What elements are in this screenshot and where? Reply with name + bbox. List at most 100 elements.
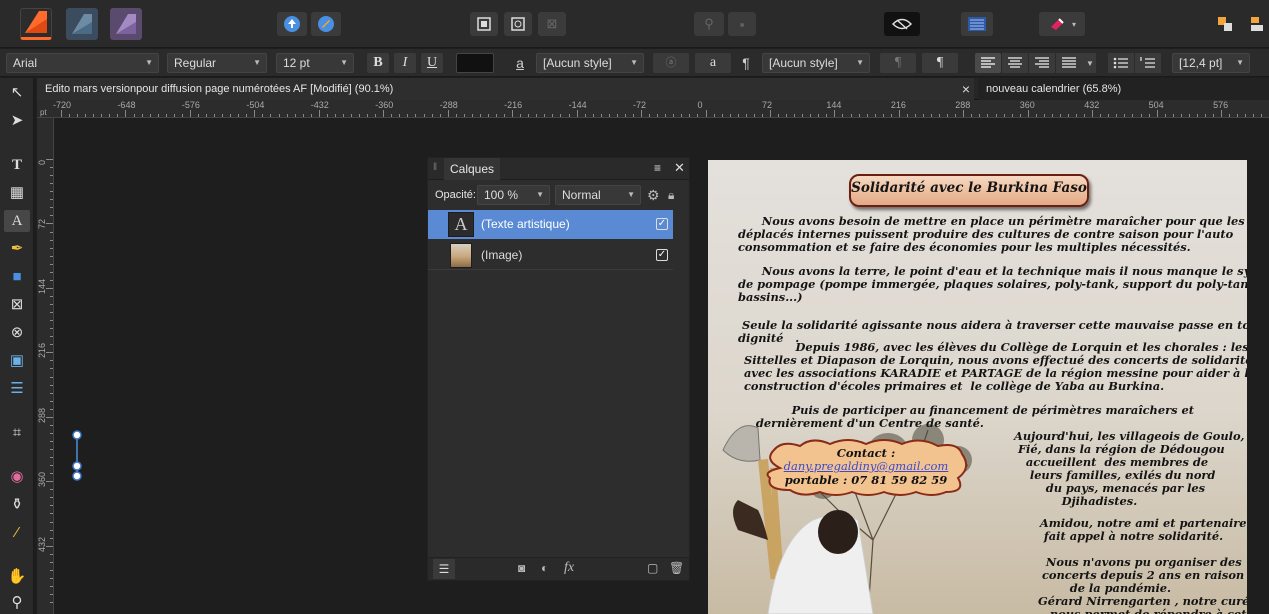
ruler-tick [50, 167, 53, 169]
layer-settings-gear-icon[interactable]: ⚙ [647, 187, 660, 204]
preview-eye-icon[interactable] [884, 12, 920, 36]
ruler-tick [326, 114, 328, 117]
align-icon[interactable] [1244, 12, 1269, 36]
text-path-handles[interactable] [69, 429, 85, 485]
numbered-list-icon[interactable] [1135, 53, 1161, 73]
bold-button[interactable]: B [367, 53, 389, 73]
paragraph-8: Nous n'avons pu organiser des concerts d… [1038, 555, 1247, 614]
hand-tool-icon[interactable]: ✋ [4, 566, 30, 588]
panel-close-icon[interactable]: ✕ [674, 160, 685, 176]
char-style-reset-icon[interactable]: ⓐ [653, 53, 689, 73]
panel-grip-icon[interactable]: ‖ [433, 162, 437, 173]
ruler-tick [50, 392, 53, 394]
layers-panel: ‖ Calques ≡ ✕ Opacité: 100 % ▼ Normal ▼ ⚙ … [427, 157, 690, 581]
layer-visibility-checkbox[interactable]: ✓ [656, 218, 668, 230]
picture-frame-ellipse-icon[interactable]: ⊗ [4, 322, 30, 344]
move-tool-icon[interactable]: ↖ [4, 82, 30, 104]
leading-select[interactable]: [12,4 pt] ▼ [1172, 53, 1250, 73]
underline-button[interactable]: U [421, 53, 443, 73]
layer-row-artistic-text[interactable]: A (Texte artistique) ✓ [428, 210, 673, 239]
view-mode-bleed-icon[interactable] [504, 12, 532, 36]
tab-edito-mars[interactable]: Edito mars versionpour diffusion page nu… [37, 78, 974, 100]
ruler-tick [721, 114, 723, 117]
font-style-select[interactable]: Regular ▼ [167, 53, 267, 73]
ruler-tick [496, 114, 498, 117]
place-image-tool-icon[interactable]: ▣ [4, 350, 30, 372]
table-tool-icon[interactable]: ▦ [4, 182, 30, 204]
baseline-grid-icon[interactable] [961, 12, 993, 36]
para-style-create-icon[interactable]: ¶ [922, 53, 958, 73]
para-style-reset-icon[interactable]: ¶ [880, 53, 916, 73]
horizontal-ruler: -720 -648 -576 -504 -432 -360 -288 -216 -144 -72 0… [37, 100, 1269, 118]
fx-icon[interactable]: fx [564, 560, 574, 576]
delete-layer-icon[interactable]: 🗑︎ [669, 561, 684, 575]
align-center-icon[interactable] [1002, 53, 1028, 73]
share-icon[interactable] [277, 12, 307, 36]
artistic-text-tool-icon[interactable]: A [4, 210, 30, 232]
layers-stack-icon[interactable]: ☰ [433, 559, 455, 579]
shape-tool-icon[interactable]: ■ [4, 266, 30, 288]
layer-row-image[interactable]: (Image) ✓ [428, 241, 673, 270]
justify-icon[interactable]: ▼ [1056, 53, 1096, 73]
export-persona-icon[interactable] [110, 8, 142, 40]
arrange-icon[interactable] [1212, 12, 1238, 36]
document-page[interactable]: Solidarité avec le Burkina Faso Nous avo… [708, 160, 1247, 614]
eyedropper-icon[interactable]: ⁄ [4, 522, 30, 544]
ruler-tick [1196, 114, 1198, 117]
view-mode-clip-icon[interactable]: ⊠ [538, 12, 566, 36]
paragraph-2: Nous avons la terre, le point d'eau et l… [738, 264, 1247, 304]
layer-visibility-checkbox[interactable]: ✓ [656, 249, 668, 261]
ruler-tick [616, 114, 618, 117]
frame-text-tool-icon[interactable]: T [4, 154, 30, 176]
tab-nouveau-calendrier[interactable]: nouveau calendrier (65.8%) [978, 78, 1269, 100]
ruler-tick [455, 114, 457, 117]
ruler-tick [46, 352, 53, 354]
table-of-contents-icon[interactable]: ☰ [4, 378, 30, 400]
zoom-tool-icon[interactable]: ⚲ [4, 592, 30, 614]
ruler-tick [50, 231, 53, 233]
blend-mode-select[interactable]: Normal ▼ [555, 185, 641, 205]
view-mode-normal-icon[interactable] [470, 12, 498, 36]
crop-tool-icon[interactable]: ⌗ [4, 422, 30, 444]
lock-icon[interactable]: 🔒︎ [668, 188, 674, 203]
fill-tool-icon[interactable]: ⚱ [4, 494, 30, 516]
character-style-select[interactable]: [Aucun style] ▼ [536, 53, 644, 73]
ruler-tick [1043, 114, 1045, 117]
close-tab-icon[interactable]: × [959, 80, 973, 98]
snapping-magnet-icon[interactable]: ▾ [1039, 12, 1085, 36]
bullet-list-icon[interactable] [1108, 53, 1134, 73]
pixel-persona-icon[interactable] [66, 8, 98, 40]
picture-frame-rect-icon[interactable]: ⊠ [4, 294, 30, 316]
layers-tab[interactable]: Calques [444, 158, 501, 180]
ruler-tick [761, 114, 763, 117]
italic-button[interactable]: I [394, 53, 416, 73]
ruler-tick [50, 304, 53, 305]
font-family-select[interactable]: Arial ▼ [6, 53, 159, 73]
opacity-select[interactable]: 100 % ▼ [477, 185, 550, 205]
pin-icon[interactable]: ⚲ [694, 12, 724, 36]
ruler-tick [769, 110, 771, 117]
pen-tool-icon[interactable]: ✒ [4, 238, 30, 260]
ruler-tick-label: -720 [53, 100, 72, 110]
add-layer-icon[interactable]: ▢ [647, 561, 658, 575]
paragraph-style-select[interactable]: [Aucun style] ▼ [762, 53, 870, 73]
ruler-tick [50, 424, 53, 426]
align-left-icon[interactable] [975, 53, 1001, 73]
align-right-icon[interactable] [1029, 53, 1055, 73]
ruler-tick [1180, 114, 1182, 117]
assistant-icon[interactable] [311, 12, 341, 36]
ruler-tick [874, 114, 876, 117]
node-tool-icon[interactable]: ➤ [4, 110, 30, 132]
contact-email-link[interactable]: dany.pregaldiny@gmail.com [760, 459, 972, 473]
panel-menu-icon[interactable]: ≡ [654, 161, 661, 175]
text-color-swatch[interactable] [456, 53, 494, 73]
adjustment-layer-icon[interactable]: ◐ [541, 561, 548, 575]
ruler-tick [560, 114, 562, 117]
designer-persona-icon[interactable] [20, 8, 52, 40]
square-icon[interactable]: ▪ [728, 12, 756, 36]
color-picker-icon[interactable]: ◉ [4, 466, 30, 488]
char-style-create-icon[interactable]: a [695, 53, 731, 73]
mask-layer-icon[interactable]: ◙ [518, 561, 525, 575]
font-size-select[interactable]: 12 pt ▼ [276, 53, 354, 73]
ruler-tick [987, 114, 989, 117]
